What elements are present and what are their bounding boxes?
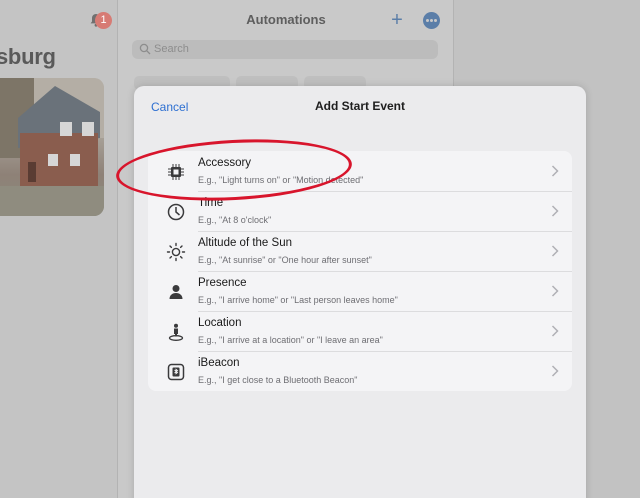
event-subtitle: E.g., "I arrive at a location" or "I lea… xyxy=(198,335,383,345)
search-input[interactable]: Search xyxy=(132,40,438,59)
event-title: iBeacon xyxy=(198,357,240,369)
event-subtitle: E.g., "At 8 o'clock" xyxy=(198,215,272,225)
search-icon xyxy=(139,43,151,55)
event-subtitle: E.g., "At sunrise" or "One hour after su… xyxy=(198,255,372,265)
chevron-right-icon xyxy=(551,245,559,257)
event-row-accessory[interactable]: Accessory E.g., "Light turns on" or "Mot… xyxy=(148,151,572,191)
event-title: Altitude of the Sun xyxy=(198,237,292,249)
home-title: sburg xyxy=(0,44,56,69)
clock-icon xyxy=(167,203,185,221)
home-sidebar: sburg 1 xyxy=(0,0,118,498)
location-person-icon xyxy=(168,323,184,341)
event-row-presence[interactable]: Presence E.g., "I arrive home" or "Last … xyxy=(148,271,572,311)
person-icon xyxy=(169,285,183,299)
chevron-right-icon xyxy=(551,285,559,297)
event-row-sun-altitude[interactable]: Altitude of the Sun E.g., "At sunrise" o… xyxy=(148,231,572,271)
notification-badge: 1 xyxy=(95,12,112,29)
chevron-right-icon xyxy=(551,165,559,177)
event-subtitle: E.g., "I arrive home" or "Last person le… xyxy=(198,295,398,305)
chevron-right-icon xyxy=(551,365,559,377)
event-subtitle: E.g., "Light turns on" or "Motion detect… xyxy=(198,175,364,185)
more-options-icon[interactable] xyxy=(423,12,440,29)
sheet-title: Add Start Event xyxy=(314,99,405,113)
event-title: Presence xyxy=(198,277,247,289)
search-placeholder: Search xyxy=(154,43,189,55)
event-title: Accessory xyxy=(198,157,252,169)
event-list: Accessory E.g., "Light turns on" or "Mot… xyxy=(148,151,572,391)
event-title: Time xyxy=(198,197,224,209)
chevron-right-icon xyxy=(551,325,559,337)
add-start-event-sheet: Cancel Add Start Event Accessory E.g., "… xyxy=(134,86,586,498)
event-row-ibeacon[interactable]: iBeacon E.g., "I get close to a Bluetoot… xyxy=(148,351,572,391)
add-automation-icon[interactable]: + xyxy=(388,10,406,30)
sun-icon xyxy=(166,242,186,262)
event-subtitle: E.g., "I get close to a Bluetooth Beacon… xyxy=(198,375,358,385)
event-row-time[interactable]: Time E.g., "At 8 o'clock" xyxy=(148,191,572,231)
accessory-chip-icon xyxy=(168,164,184,180)
beacon-icon xyxy=(167,363,185,381)
chevron-right-icon xyxy=(551,205,559,217)
home-photo[interactable] xyxy=(0,78,104,216)
event-title: Location xyxy=(198,317,242,329)
event-row-location[interactable]: Location E.g., "I arrive at a location" … xyxy=(148,311,572,351)
